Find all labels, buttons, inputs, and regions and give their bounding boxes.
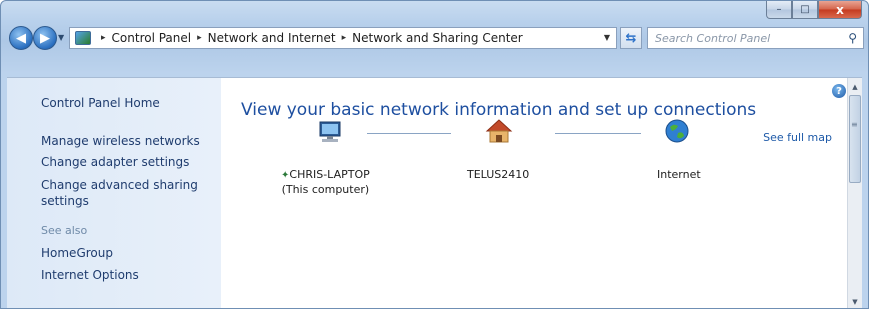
connection-line [367, 133, 451, 134]
see-full-map-link[interactable]: See full map [763, 131, 832, 144]
node-this-computer-sub: (This computer) [281, 183, 370, 196]
scroll-down-icon[interactable]: ▼ [848, 295, 862, 308]
node-this-computer-name: ✦CHRIS-LAPTOP [281, 168, 370, 181]
scrollbar-thumb[interactable] [849, 95, 861, 183]
minimize-icon: – [776, 4, 782, 15]
breadcrumb-control-panel[interactable]: Control Panel [112, 31, 192, 45]
address-bar[interactable]: ▸ Control Panel ▸ Network and Internet ▸… [69, 27, 617, 49]
connection-line [555, 133, 641, 134]
control-panel-home-link[interactable]: Control Panel Home [41, 96, 160, 110]
breadcrumb-separator[interactable]: ▸ [101, 33, 106, 43]
node-internet[interactable]: Internet [657, 168, 701, 182]
globe-icon [665, 119, 689, 143]
maximize-button[interactable]: □ [792, 1, 818, 19]
manage-wireless-networks-link[interactable]: Manage wireless networks [41, 134, 200, 148]
node-this-computer[interactable]: ✦CHRIS-LAPTOP (This computer) [281, 168, 370, 197]
search-placeholder: Search Control Panel [655, 31, 771, 45]
close-button[interactable]: x [818, 1, 862, 19]
change-advanced-sharing-settings-link[interactable]: Change advanced sharing settings [41, 177, 206, 209]
search-input[interactable]: Search Control Panel ⚲ [647, 27, 864, 49]
see-also-header: See also [41, 224, 88, 237]
page-title: View your basic network information and … [241, 100, 757, 120]
control-panel-icon [75, 31, 91, 45]
breadcrumb-separator[interactable]: ▸ [342, 33, 347, 43]
back-arrow-icon: ◀ [16, 30, 26, 46]
search-icon[interactable]: ⚲ [848, 31, 857, 45]
close-icon: x [836, 2, 844, 17]
scrollbar-grip-icon: ≡ [851, 120, 858, 129]
home-network-icon [485, 119, 513, 143]
refresh-button[interactable]: ⇆ [620, 27, 642, 49]
minimize-button[interactable]: – [766, 1, 792, 19]
breadcrumb-separator[interactable]: ▸ [197, 33, 202, 43]
task-pane: Control Panel Home Manage wireless netwo… [7, 78, 221, 308]
breadcrumb-network-and-internet[interactable]: Network and Internet [208, 31, 336, 45]
address-dropdown-icon[interactable]: ▼ [604, 33, 610, 42]
internet-options-link[interactable]: Internet Options [41, 268, 139, 282]
homegroup-link[interactable]: HomeGroup [41, 246, 113, 260]
content-area: Control Panel Home Manage wireless netwo… [7, 77, 862, 308]
forward-button[interactable]: ▶ [33, 26, 57, 50]
computer-icon [319, 121, 341, 142]
maximize-icon: □ [800, 4, 810, 15]
breadcrumb-network-and-sharing-center[interactable]: Network and Sharing Center [352, 31, 523, 45]
scroll-up-icon[interactable]: ▲ [848, 80, 862, 94]
recent-pages-dropdown[interactable]: ▼ [58, 33, 64, 42]
vertical-scrollbar[interactable]: ▲ ≡ ▼ [847, 78, 862, 308]
main-pane: View your basic network information and … [221, 78, 848, 308]
node-network[interactable]: TELUS2410 [467, 168, 529, 182]
help-icon[interactable]: ? [832, 84, 846, 98]
window: – □ x ◀ ▶ ▼ ▸ Control Panel ▸ Network an… [0, 0, 869, 309]
navigation-bar: ◀ ▶ ▼ ▸ Control Panel ▸ Network and Inte… [7, 25, 864, 51]
refresh-icon: ⇆ [625, 30, 637, 46]
caption-buttons: – □ x [766, 1, 862, 19]
forward-arrow-icon: ▶ [40, 30, 50, 46]
back-button[interactable]: ◀ [9, 26, 33, 50]
change-adapter-settings-link[interactable]: Change adapter settings [41, 155, 189, 169]
